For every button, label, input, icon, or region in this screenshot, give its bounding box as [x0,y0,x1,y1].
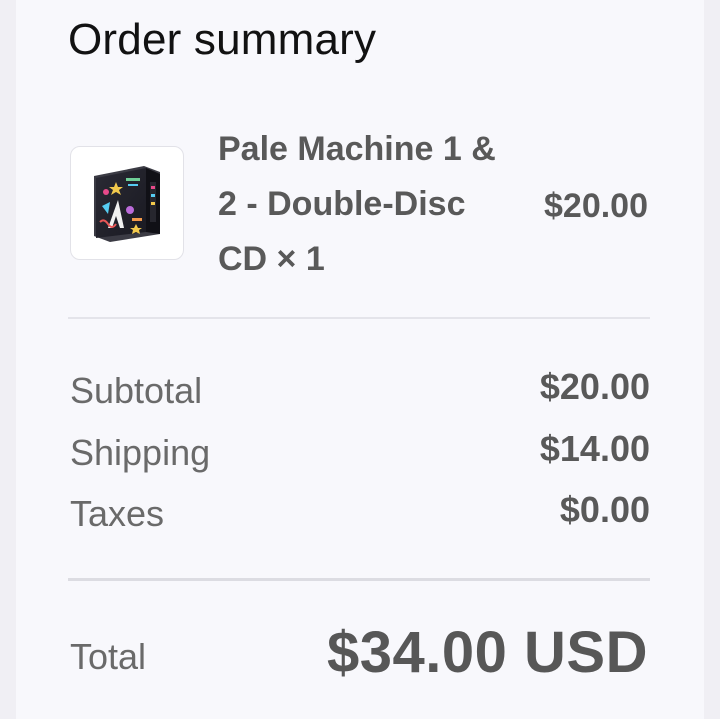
album-cover-icon [94,166,160,242]
total-value: $34.00 USD [327,620,648,685]
subtotal-label: Subtotal [70,370,203,411]
order-summary-title: Order summary [68,15,377,64]
divider [68,578,650,581]
taxes-label: Taxes [70,493,165,534]
shipping-label: Shipping [70,432,211,473]
total-label: Total [70,636,147,677]
shipping-value: $14.00 [539,428,650,469]
taxes-row: Taxes $0.00 [70,489,650,539]
shipping-row: Shipping $14.00 [70,428,650,478]
divider [68,317,650,319]
product-price: $20.00 [544,187,648,225]
taxes-value: $0.00 [559,489,650,530]
product-thumbnail [70,146,184,260]
subtotal-value: $20.00 [539,366,650,407]
product-name: Pale Machine 1 & 2 - Double-Disc CD × 1 [218,130,496,278]
order-summary-panel: Order summary Pale Machine 1 & 2 - Doubl… [16,0,704,719]
subtotal-row: Subtotal $20.00 [70,366,650,416]
